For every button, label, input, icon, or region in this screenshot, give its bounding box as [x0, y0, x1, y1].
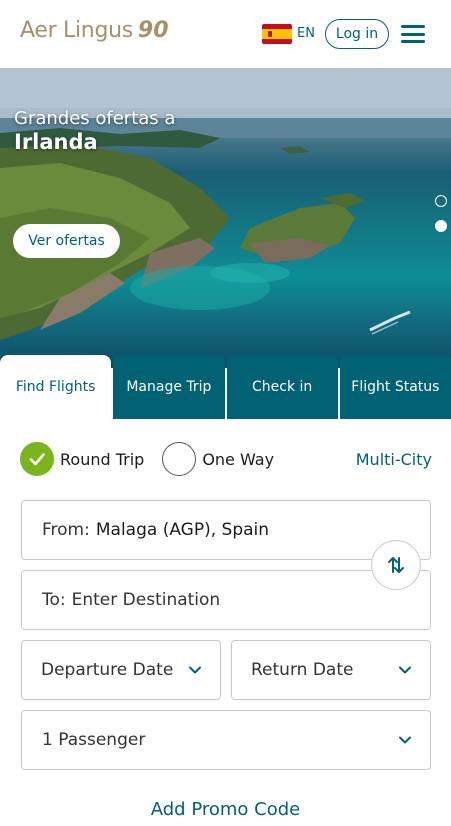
to-placeholder: Enter Destination: [71, 590, 221, 610]
swap-airports-button[interactable]: [371, 540, 421, 590]
checkmark-icon: [29, 453, 45, 466]
one-way-radio[interactable]: [162, 442, 197, 476]
from-field[interactable]: From: Malaga (AGP), Spain: [21, 500, 431, 560]
carousel-dot-1[interactable]: [435, 195, 447, 207]
to-field[interactable]: To: Enter Destination: [21, 570, 431, 630]
logo-anniversary-mark: 90: [137, 18, 169, 43]
passengers-label: 1 Passenger: [42, 730, 146, 750]
departure-date-field[interactable]: Departure Date: [21, 640, 221, 700]
multi-city-link[interactable]: Multi-City: [356, 450, 432, 469]
logo-text: Aer Lingus: [20, 18, 133, 43]
return-date-field[interactable]: Return Date: [231, 640, 431, 700]
add-promo-code-link[interactable]: Add Promo Code: [0, 799, 451, 820]
carousel-dot-2[interactable]: [435, 220, 447, 232]
from-label: From:: [42, 520, 90, 540]
hero-banner: Grandes ofertas a Irlanda Ver ofertas: [0, 68, 451, 368]
chevron-down-icon: [189, 666, 201, 674]
find-flights-form: Round Trip One Way Multi-City From: Mala…: [0, 419, 451, 826]
tab-manage-trip[interactable]: Manage Trip: [113, 355, 225, 419]
round-trip-label[interactable]: Round Trip: [60, 450, 144, 469]
header: Aer Lingus 90 EN Log in: [0, 0, 451, 68]
login-button[interactable]: Log in: [325, 19, 389, 49]
departure-date-label: Departure Date: [41, 660, 174, 680]
language-selector[interactable]: EN: [297, 26, 315, 41]
hero-title-line2: Irlanda: [14, 129, 98, 154]
from-value: Malaga (AGP), Spain: [95, 520, 270, 540]
tab-flight-status[interactable]: Flight Status: [339, 355, 451, 419]
passengers-field[interactable]: 1 Passenger: [21, 710, 431, 770]
tab-find-flights[interactable]: Find Flights: [0, 355, 112, 419]
chevron-down-icon: [399, 736, 411, 744]
return-date-label: Return Date: [251, 660, 354, 680]
hero-title: Grandes ofertas a Irlanda: [14, 108, 175, 155]
to-label: To:: [42, 590, 66, 610]
booking-tabs: Find Flights Manage Trip Check in Flight…: [0, 355, 451, 419]
hamburger-menu-icon[interactable]: [401, 25, 425, 43]
tab-check-in[interactable]: Check in: [226, 355, 338, 419]
one-way-label[interactable]: One Way: [202, 450, 274, 469]
aer-lingus-logo[interactable]: Aer Lingus 90: [20, 18, 169, 43]
round-trip-radio[interactable]: [20, 442, 54, 476]
chevron-down-icon: [399, 666, 411, 674]
spain-flag-icon[interactable]: [262, 24, 292, 44]
trip-type-selector: Round Trip One Way Multi-City: [20, 441, 432, 477]
swap-arrows-icon: [388, 557, 404, 573]
ver-ofertas-button[interactable]: Ver ofertas: [13, 224, 120, 258]
hero-title-line1: Grandes ofertas a: [14, 108, 176, 129]
